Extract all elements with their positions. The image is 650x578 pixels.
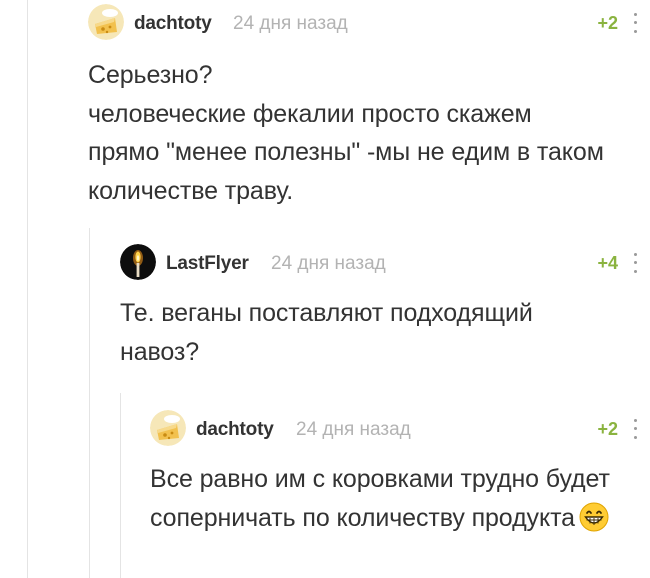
thread-line-level-3[interactable] <box>120 393 121 578</box>
comment: dachtoty 24 дня назад +2 Серьезно? челов… <box>88 4 650 210</box>
comment-rating: +4 <box>597 253 618 273</box>
comment-time: 24 дня назад <box>271 253 386 274</box>
comment-time: 24 дня назад <box>296 419 411 440</box>
comment-time: 24 дня назад <box>233 13 348 34</box>
thread-line-level-2[interactable] <box>89 228 90 578</box>
comment: LastFlyer 24 дня назад +4 Те. веганы пос… <box>120 244 650 371</box>
cheese-avatar-icon[interactable] <box>88 4 124 40</box>
more-options-icon[interactable] <box>628 416 642 442</box>
comment-text-content: Все равно им с коровками трудно будет со… <box>150 465 617 532</box>
comment-rating: +2 <box>597 13 618 33</box>
comment-header: dachtoty 24 дня назад +2 <box>88 4 650 50</box>
more-options-icon[interactable] <box>628 250 642 276</box>
comment-header: dachtoty 24 дня назад +2 <box>150 410 650 456</box>
grinning-face-emoji-icon <box>579 502 609 532</box>
candle-avatar-icon[interactable] <box>120 244 156 280</box>
cheese-avatar-icon[interactable] <box>150 410 186 446</box>
comment-text: Серьезно? человеческие фекалии просто ск… <box>88 61 604 205</box>
comment-text: Все равно им с коровками трудно будет со… <box>150 460 610 537</box>
comment-text: Те. веганы поставляют подходящий навоз? <box>120 299 540 366</box>
thread-line-level-1[interactable] <box>27 0 28 578</box>
comment-rating: +2 <box>597 419 618 439</box>
comment-author[interactable]: LastFlyer <box>166 253 249 275</box>
more-options-icon[interactable] <box>628 10 642 36</box>
comment-author[interactable]: dachtoty <box>134 13 212 35</box>
comment-header: LastFlyer 24 дня назад +4 <box>120 244 650 290</box>
comment-author[interactable]: dachtoty <box>196 419 274 441</box>
comment: dachtoty 24 дня назад +2 Все равно им с … <box>150 410 650 537</box>
